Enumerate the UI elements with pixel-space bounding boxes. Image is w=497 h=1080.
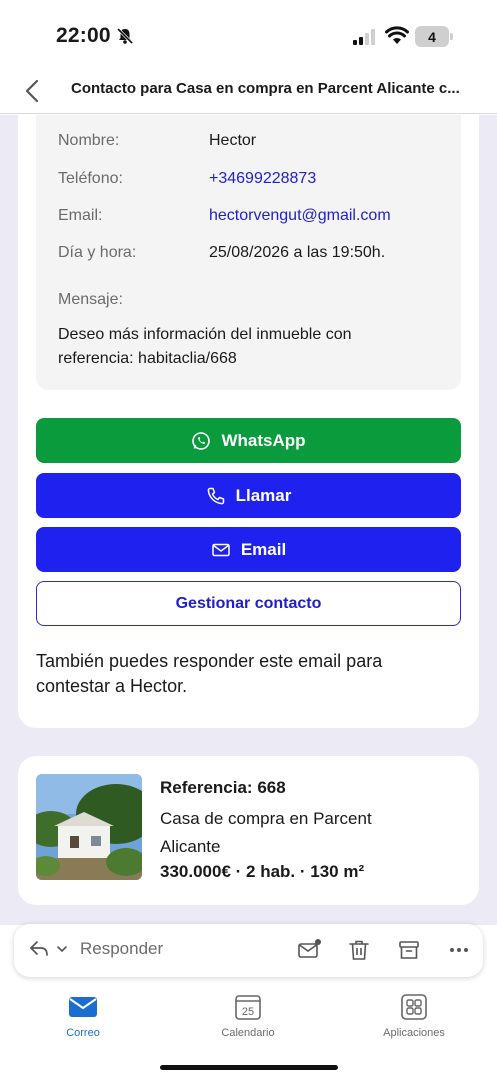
tab-apps[interactable]: Aplicaciones: [364, 993, 464, 1039]
reply-icon: [30, 941, 48, 956]
whatsapp-icon: [192, 431, 211, 450]
call-button[interactable]: Llamar: [36, 473, 461, 518]
manage-contact-button[interactable]: Gestionar contacto: [36, 581, 461, 626]
call-label: Llamar: [235, 485, 292, 505]
whatsapp-label: WhatsApp: [221, 430, 306, 450]
more-icon[interactable]: [447, 938, 471, 962]
email-subject: Contacto para Casa en compra en Parcent …: [71, 80, 460, 97]
tab-mail-label: Correo: [66, 1027, 100, 1039]
email-link[interactable]: hectorvengut@gmail.com: [209, 207, 391, 225]
battery-level: 4: [415, 26, 449, 47]
clock: 22:00: [56, 24, 111, 47]
date-label: Día y hora:: [58, 244, 137, 261]
bell-off-icon: [116, 27, 134, 45]
email-label-btn: Email: [240, 539, 287, 559]
name-label: Nombre:: [58, 132, 120, 149]
chevron-down-icon: [57, 946, 67, 953]
contact-info-box: Nombre: Hector Teléfono: +34699228873 Em…: [36, 115, 461, 390]
home-indicator: [160, 1065, 338, 1070]
mail-icon: [212, 543, 230, 556]
email-body[interactable]: Nombre: Hector Teléfono: +34699228873 Em…: [0, 115, 497, 925]
trash-icon[interactable]: [347, 938, 371, 962]
date-value: 25/08/2026 a las 19:50h.: [209, 244, 386, 261]
whatsapp-button[interactable]: WhatsApp: [36, 418, 461, 463]
reply-toolbar: Responder: [14, 924, 483, 977]
property-card[interactable]: Referencia: 668 Casa de compra en Parcen…: [18, 756, 479, 905]
property-description: Casa de compra en Parcent Alicante: [160, 809, 372, 856]
wifi-icon: [385, 26, 409, 44]
tab-mail[interactable]: Correo: [33, 993, 133, 1039]
manage-contact-label: Gestionar contacto: [175, 594, 322, 612]
unread-mail-icon[interactable]: [297, 938, 321, 962]
apps-icon: [401, 994, 427, 1020]
property-summary: 330.000€ · 2 hab. · 130 m²: [160, 862, 365, 881]
phone-label: Teléfono:: [58, 170, 123, 187]
reply-note: También puedes responder este email para…: [36, 651, 383, 696]
archive-icon[interactable]: [397, 938, 421, 962]
email-button[interactable]: Email: [36, 527, 461, 572]
status-bar: 22:00 4: [0, 0, 497, 70]
battery-icon: 4: [415, 26, 453, 47]
tab-calendar-label: Calendario: [221, 1027, 275, 1039]
mail-card: Nombre: Hector Teléfono: +34699228873 Em…: [18, 115, 479, 728]
message-label: Mensaje:: [58, 291, 123, 308]
message-text: Deseo más información del inmueble con r…: [58, 326, 352, 367]
name-value: Hector: [209, 132, 257, 149]
phone-link[interactable]: +34699228873: [209, 170, 316, 188]
reply-button[interactable]: Responder: [28, 938, 163, 960]
email-label: Email:: [58, 207, 103, 224]
mail-tab-icon: [69, 997, 97, 1017]
reply-label: Responder: [80, 939, 164, 958]
phone-icon: [207, 487, 224, 504]
email-header: Contacto para Casa en compra en Parcent …: [0, 70, 497, 114]
property-reference: Referencia: 668: [160, 778, 286, 797]
signal-icon: [353, 29, 375, 45]
tab-calendar[interactable]: 25 Calendario: [198, 993, 298, 1039]
property-photo: [36, 774, 142, 880]
back-chevron-icon[interactable]: [20, 78, 46, 104]
calendar-icon: 25: [235, 995, 261, 1020]
calendar-day: 25: [242, 1006, 254, 1018]
tab-apps-label: Aplicaciones: [383, 1027, 445, 1039]
